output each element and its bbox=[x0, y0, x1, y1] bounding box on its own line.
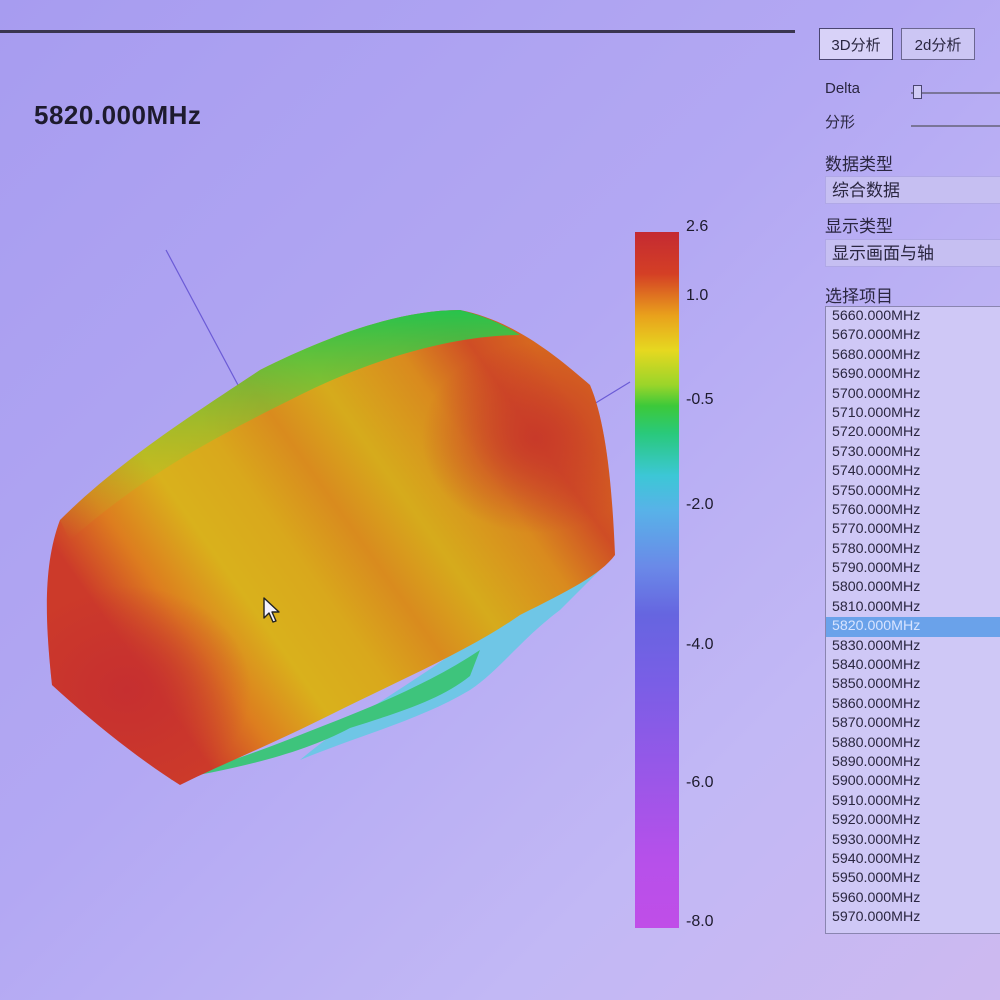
axis-line-z bbox=[165, 249, 239, 386]
list-item[interactable]: 5890.000MHz bbox=[826, 753, 1000, 772]
data-type-label: 数据类型 bbox=[825, 155, 893, 174]
colorbar-tick: -2.0 bbox=[686, 496, 714, 513]
tab-3d-analysis[interactable]: 3D分析 bbox=[819, 28, 893, 60]
list-item[interactable]: 5670.000MHz bbox=[826, 326, 1000, 345]
list-item[interactable]: 5970.000MHz bbox=[826, 908, 1000, 927]
list-item[interactable]: 5730.000MHz bbox=[826, 443, 1000, 462]
colorbar-tick: 1.0 bbox=[686, 287, 709, 304]
list-item[interactable]: 5820.000MHz bbox=[826, 617, 1000, 637]
control-panel: 3D分析 2d分析 Delta 分形 数据类型 综合数据 显示类型 显示画面与轴… bbox=[815, 0, 1000, 1000]
list-item[interactable]: 5830.000MHz bbox=[826, 637, 1000, 656]
colorbar-tick: -8.0 bbox=[686, 913, 714, 930]
list-item[interactable]: 5790.000MHz bbox=[826, 559, 1000, 578]
list-item[interactable]: 5710.000MHz bbox=[826, 404, 1000, 423]
list-item[interactable]: 5660.000MHz bbox=[826, 307, 1000, 326]
list-item[interactable]: 5800.000MHz bbox=[826, 578, 1000, 597]
radiation-pattern-3d-plot[interactable] bbox=[0, 0, 640, 820]
list-item[interactable]: 5930.000MHz bbox=[826, 831, 1000, 850]
list-item[interactable]: 5950.000MHz bbox=[826, 869, 1000, 888]
colorbar-tick: -6.0 bbox=[686, 774, 714, 791]
mouse-cursor-icon bbox=[263, 597, 280, 623]
colorbar-tick: 2.6 bbox=[686, 218, 709, 235]
colorbar bbox=[635, 232, 679, 928]
fractal-label: 分形 bbox=[825, 114, 856, 131]
colorbar-tick: -4.0 bbox=[686, 636, 714, 653]
fractal-slider-track[interactable] bbox=[911, 125, 1000, 127]
colorbar-tick: -0.5 bbox=[686, 391, 714, 408]
list-item[interactable]: 5880.000MHz bbox=[826, 734, 1000, 753]
axis-line-x bbox=[593, 381, 631, 405]
display-type-select[interactable]: 显示画面与轴 bbox=[825, 239, 1000, 267]
list-item[interactable]: 5940.000MHz bbox=[826, 850, 1000, 869]
frequency-listbox[interactable]: 5660.000MHz 5670.000MHz 5680.000MHz 5690.00… bbox=[825, 306, 1000, 934]
list-item[interactable]: 5700.000MHz bbox=[826, 385, 1000, 404]
tab-2d-analysis[interactable]: 2d分析 bbox=[901, 28, 975, 60]
list-item[interactable]: 5910.000MHz bbox=[826, 792, 1000, 811]
list-item[interactable]: 5920.000MHz bbox=[826, 811, 1000, 830]
list-item[interactable]: 5780.000MHz bbox=[826, 540, 1000, 559]
delta-label: Delta bbox=[825, 80, 861, 97]
list-item[interactable]: 5690.000MHz bbox=[826, 365, 1000, 384]
list-item[interactable]: 5860.000MHz bbox=[826, 695, 1000, 714]
list-item[interactable]: 5720.000MHz bbox=[826, 423, 1000, 442]
list-item[interactable]: 5850.000MHz bbox=[826, 675, 1000, 694]
data-type-select[interactable]: 综合数据 bbox=[825, 176, 1000, 204]
list-item[interactable]: 5680.000MHz bbox=[826, 346, 1000, 365]
list-item[interactable]: 5960.000MHz bbox=[826, 889, 1000, 908]
select-item-label: 选择项目 bbox=[825, 287, 893, 306]
list-item[interactable]: 5840.000MHz bbox=[826, 656, 1000, 675]
delta-slider-track[interactable] bbox=[911, 92, 1000, 94]
list-item[interactable]: 5760.000MHz bbox=[826, 501, 1000, 520]
display-type-label: 显示类型 bbox=[825, 217, 893, 236]
list-item[interactable]: 5770.000MHz bbox=[826, 520, 1000, 539]
pattern-surface-hot-right bbox=[46, 310, 615, 785]
list-item[interactable]: 5750.000MHz bbox=[826, 482, 1000, 501]
list-item[interactable]: 5900.000MHz bbox=[826, 772, 1000, 791]
delta-slider-thumb[interactable] bbox=[913, 85, 922, 99]
list-item[interactable]: 5810.000MHz bbox=[826, 598, 1000, 617]
list-item[interactable]: 5740.000MHz bbox=[826, 462, 1000, 481]
list-item[interactable]: 5870.000MHz bbox=[826, 714, 1000, 733]
